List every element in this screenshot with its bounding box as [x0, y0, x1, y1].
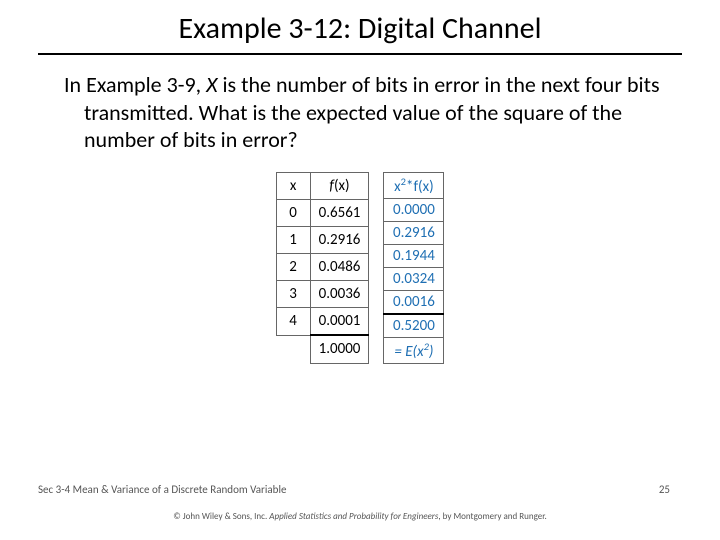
probability-table: x f(x) 00.6561 10.2916 20.0486 30.0036 4… — [276, 172, 370, 364]
table-row: 00.6561 — [276, 199, 369, 226]
table-row: 0.1944 — [384, 244, 444, 267]
table-row: 10.2916 — [276, 226, 369, 253]
table-sum-row: 1.0000 — [276, 335, 369, 363]
x-squared-table: x2*f(x) 0.0000 0.2916 0.1944 0.0324 0.00… — [383, 172, 444, 364]
col-x-header: x — [276, 172, 310, 199]
copyright-line: © John Wiley & Sons, Inc. Applied Statis… — [0, 511, 720, 522]
page-number: 25 — [659, 483, 670, 496]
body-lead: In Example 3-9, — [64, 71, 206, 98]
table-row: 30.0036 — [276, 280, 369, 307]
table-row: 0.2916 — [384, 221, 444, 244]
col-x2fx-header: x2*f(x) — [384, 172, 444, 198]
tables-container: x f(x) 00.6561 10.2916 20.0486 30.0036 4… — [0, 172, 720, 364]
body-paragraph: In Example 3-9, X is the number of bits … — [0, 55, 720, 154]
table-row: 40.0001 — [276, 308, 369, 336]
table-row: 0.0016 — [384, 290, 444, 314]
table-row: 0.0324 — [384, 267, 444, 290]
slide-title: Example 3-12: Digital Channel — [0, 0, 720, 53]
table-row: 20.0486 — [276, 253, 369, 280]
col-fx-header: f(x) — [310, 172, 369, 199]
variable-x: X — [206, 71, 217, 98]
section-label: Sec 3-4 Mean & Variance of a Discrete Ra… — [38, 483, 286, 496]
table-sum-row: 0.5200 — [384, 314, 444, 338]
table-expectation-row: = E(x2) — [384, 337, 444, 363]
table-row: 0.0000 — [384, 198, 444, 221]
